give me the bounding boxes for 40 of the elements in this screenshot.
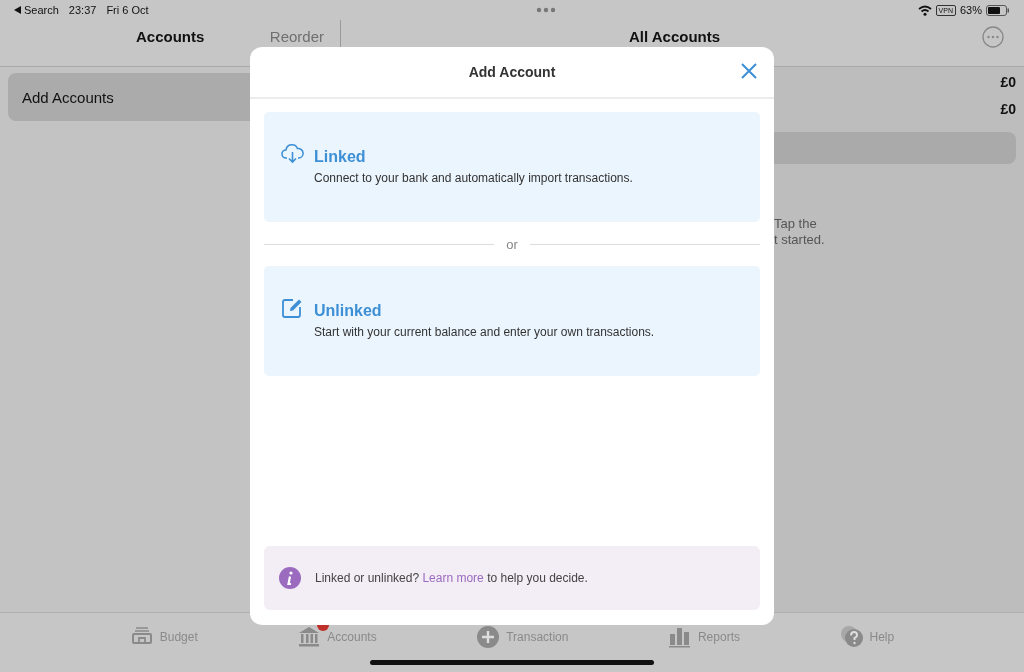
tab-item[interactable]: Budget bbox=[129, 625, 198, 649]
amount-text: £0 bbox=[1000, 100, 1016, 119]
option-card[interactable]: Linked Connect to your bank and automatically import transactions. bbox=[264, 112, 760, 222]
plus-circle-icon bbox=[476, 625, 501, 649]
pane-title: All Accounts bbox=[628, 28, 721, 45]
amount-text: £0 bbox=[1000, 73, 1016, 92]
more-icon bbox=[982, 26, 1004, 48]
status-time: 23:37 bbox=[68, 4, 97, 16]
info-text: Linked or unlinked? Learn more to help you decide. bbox=[315, 571, 588, 585]
tab-item[interactable]: Reports bbox=[667, 625, 740, 649]
status-date: Fri 6 Oct bbox=[106, 4, 149, 16]
back-label: Search bbox=[24, 4, 59, 16]
separator-text: or bbox=[506, 236, 518, 252]
close-button[interactable] bbox=[741, 63, 757, 79]
battery-percent: 63% bbox=[959, 4, 982, 16]
close-icon bbox=[741, 63, 757, 79]
info-icon bbox=[279, 567, 301, 589]
learn-more-link[interactable]: Learn more bbox=[422, 571, 484, 585]
modal-title: Add Account bbox=[468, 64, 556, 80]
bank-icon bbox=[297, 625, 322, 649]
tab-item[interactable]: Help bbox=[839, 625, 895, 649]
option-title: Unlinked bbox=[314, 302, 383, 320]
battery-icon bbox=[986, 4, 1010, 16]
multitask-icon bbox=[535, 7, 556, 13]
bar-chart-icon bbox=[667, 625, 692, 649]
tab-item[interactable]: Transaction bbox=[476, 625, 569, 649]
hint-text: Tap the bbox=[774, 216, 818, 232]
back-link[interactable]: Search bbox=[14, 4, 59, 16]
option-title: Linked bbox=[314, 148, 367, 166]
hint-text: t started. bbox=[774, 232, 826, 248]
question-bubble-icon bbox=[839, 625, 864, 649]
pane-title: Accounts bbox=[136, 28, 205, 45]
option-card[interactable]: Unlinked Start with your current balance and enter your own transactions. bbox=[264, 266, 760, 376]
wifi-icon bbox=[917, 4, 932, 16]
reorder-button[interactable]: Reorder bbox=[269, 28, 324, 45]
cloud-download-icon bbox=[281, 143, 304, 165]
option-description: Connect to your bank and automatically import transactions. bbox=[314, 171, 633, 185]
edit-icon bbox=[281, 297, 304, 319]
back-icon bbox=[14, 6, 21, 14]
option-description: Start with your current balance and enter your own transactions. bbox=[314, 325, 655, 339]
